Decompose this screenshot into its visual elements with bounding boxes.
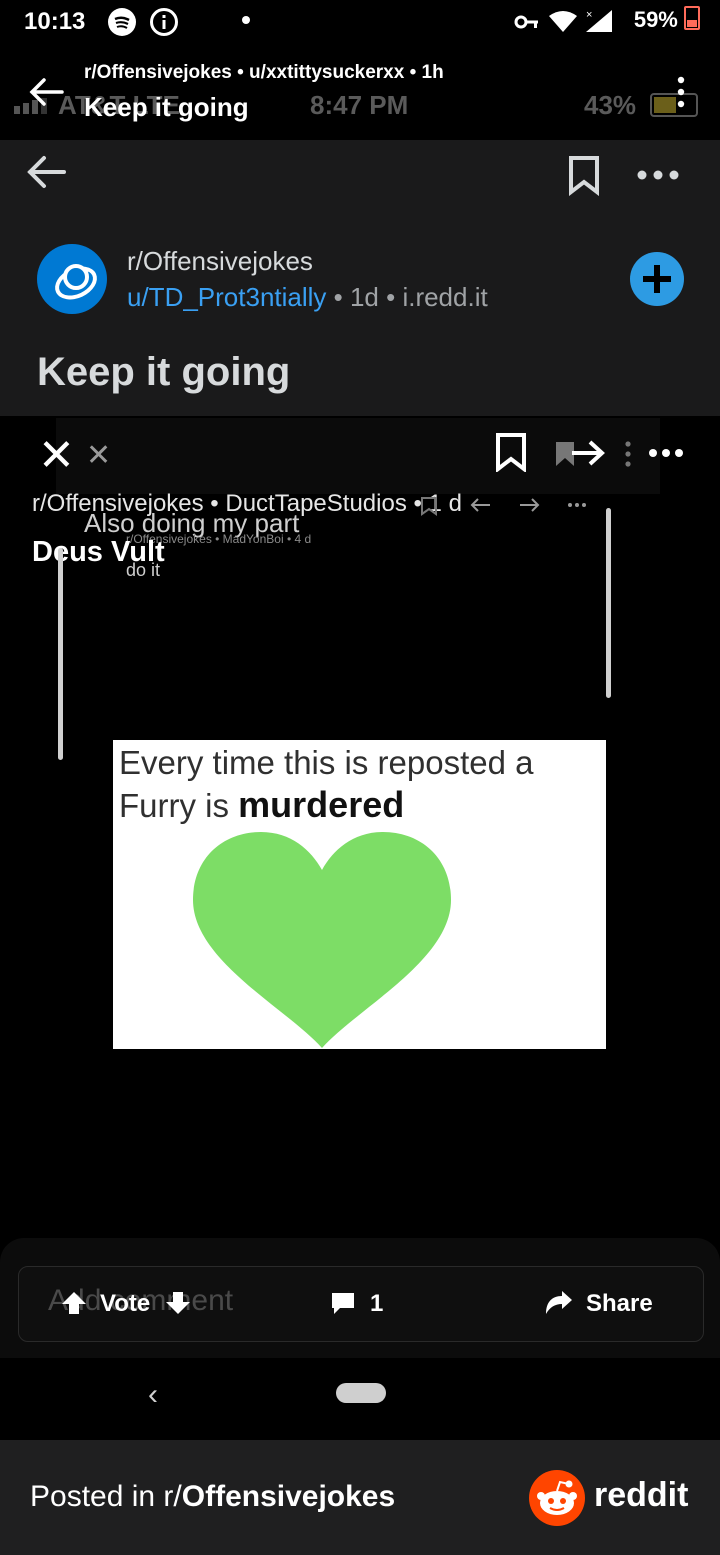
join-plus-icon [630,252,684,306]
card-meta: u/TD_Prot3ntially • 1d • i.redd.it [127,282,488,312]
card-subreddit: r/Offensivejokes [127,246,313,276]
nested-scrollbar-left [58,548,63,760]
svg-text:×: × [586,9,592,21]
nested-more-icon [648,446,684,464]
outer-post-meta[interactable]: r/Offensivejokes • u/xxtittysuckerxx • 1… [84,62,444,84]
spotify-icon [108,8,136,36]
footer-posted-in: Posted in r/Offensivejokes [30,1480,396,1513]
status-time: 10:13 [24,8,86,35]
ghost-battery: 43% [584,90,637,120]
nested-bookmark-icon [494,432,528,477]
battery-percentage: 59% [634,6,700,33]
wifi-icon [548,10,578,39]
card-title: Keep it going [37,350,291,394]
meme-image: Every time this is reposted a Furry is m… [113,740,606,1049]
comment-icon[interactable] [330,1290,356,1321]
reddit-wordmark: reddit [594,1476,689,1514]
vpn-key-icon [514,12,540,37]
share-button[interactable]: Share [586,1290,653,1318]
signal-icon: × [584,8,614,39]
card-back-arrow-icon [24,154,68,195]
nav-back-icon[interactable]: ‹ [148,1378,158,1412]
outer-post-title: Keep it going [84,92,249,122]
card-username: u/TD_Prot3ntially [127,282,327,312]
meme-caption: Every time this is reposted a Furry is m… [119,744,534,825]
green-heart-icon [193,832,451,1048]
info-icon [150,8,178,36]
nested-share-icon [552,436,608,475]
card-bookmark-icon [566,154,602,201]
card-more-icon [636,168,680,187]
back-arrow-icon[interactable] [26,76,66,113]
battery-icon [684,6,700,30]
nav-home-pill[interactable] [336,1383,386,1403]
ghost-time: 8:47 PM [310,90,409,120]
nested-arrows-icon [420,494,600,521]
reddit-snoo-icon [529,1470,585,1526]
vote-label: Vote [100,1290,151,1317]
share-arrow-icon[interactable] [544,1290,574,1321]
nested-subtitle-2: do it [126,560,161,580]
downvote-icon[interactable] [164,1290,192,1321]
upvote-icon[interactable] [60,1290,88,1321]
nested-vertical-dots-icon [624,440,632,473]
ghost-battery-icon [650,93,698,117]
nested-close-icon: ✕ [38,431,75,480]
comment-count: 1 [370,1290,384,1317]
nested-close-small-icon: ✕ [86,439,112,472]
subreddit-avatar-icon [37,244,107,314]
nested-scrollbar-right [606,508,611,698]
overflow-menu-icon[interactable] [676,76,686,115]
notification-dot-icon [242,16,250,24]
